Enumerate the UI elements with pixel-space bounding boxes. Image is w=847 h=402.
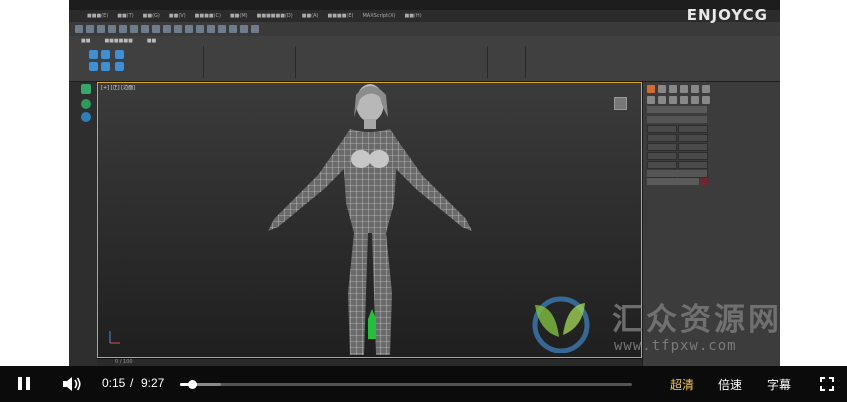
undo-icon[interactable] <box>75 25 83 33</box>
render-setup-icon[interactable] <box>240 25 248 33</box>
watermark-text: 汇众资源网 <box>612 302 782 338</box>
render-icon[interactable] <box>251 25 259 33</box>
create-tab-icon[interactable] <box>647 85 655 93</box>
unlink-icon[interactable] <box>108 25 116 33</box>
scale-icon[interactable] <box>163 25 171 33</box>
app-menu-bar: ■■■(E) ■■(T) ■■(G) ■■(V) ■■■■(C) ■■(M) ■■■■■■… <box>69 10 780 22</box>
quality-button[interactable]: 超清 <box>670 376 694 393</box>
duration: 9:27 <box>141 376 165 390</box>
subtitle-button[interactable]: 字幕 <box>767 376 791 393</box>
ribbon-group-edit <box>205 46 296 78</box>
ribbon-group-geometry <box>297 46 488 78</box>
ribbon: ■■ ■■■■■■ ■■ <box>69 36 780 82</box>
object-button[interactable] <box>647 161 677 169</box>
watermark-url: www.tfpxw.com <box>614 338 737 354</box>
spacewarps-icon[interactable] <box>702 96 710 104</box>
select-icon[interactable] <box>119 25 127 33</box>
align-icon[interactable] <box>207 25 215 33</box>
watermark-leaf-icon <box>532 296 590 353</box>
cameras-icon[interactable] <box>680 96 688 104</box>
rollout-name-color[interactable] <box>647 170 707 177</box>
select-region-icon[interactable] <box>130 25 138 33</box>
main-toolbar <box>69 22 780 37</box>
viewport-layout-icon[interactable] <box>81 84 91 94</box>
progress-knob[interactable] <box>187 380 197 389</box>
angle-snap-icon[interactable] <box>185 25 193 33</box>
link-icon[interactable] <box>97 25 105 33</box>
lights-icon[interactable] <box>669 96 677 104</box>
modify-tab-icon[interactable] <box>658 85 666 93</box>
ribbon-group-modeling <box>75 46 204 78</box>
shapes-icon[interactable] <box>658 96 666 104</box>
progress-bar[interactable] <box>180 380 632 389</box>
hierarchy-tab-icon[interactable] <box>669 85 677 93</box>
fullscreen-icon[interactable] <box>820 377 834 391</box>
left-strip <box>69 82 97 366</box>
mirror-icon[interactable] <box>196 25 204 33</box>
object-button[interactable] <box>647 143 677 151</box>
volume-icon[interactable] <box>62 376 82 392</box>
object-button[interactable] <box>678 125 708 133</box>
speed-button[interactable]: 倍速 <box>718 376 742 393</box>
check-icon[interactable] <box>81 99 91 109</box>
object-button[interactable] <box>678 134 708 142</box>
rollout-object-type[interactable] <box>647 116 707 123</box>
object-type-dropdown[interactable] <box>647 106 707 113</box>
redo-icon[interactable] <box>86 25 94 33</box>
snap-icon[interactable] <box>174 25 182 33</box>
geometry-icon[interactable] <box>647 96 655 104</box>
ribbon-group-extra <box>489 46 526 78</box>
time-separator: / <box>130 376 134 390</box>
object-button[interactable] <box>678 152 708 160</box>
color-swatch[interactable] <box>701 178 707 185</box>
axis-gizmo-icon <box>109 331 120 344</box>
motion-tab-icon[interactable] <box>680 85 688 93</box>
current-time: 0:15 <box>102 376 126 390</box>
shield-icon[interactable] <box>81 112 91 122</box>
material-editor-icon[interactable] <box>229 25 237 33</box>
utilities-tab-icon[interactable] <box>702 85 710 93</box>
object-button[interactable] <box>678 161 708 169</box>
brand-logo: ENJOYCG <box>686 6 768 24</box>
name-field[interactable] <box>647 178 699 185</box>
object-button[interactable] <box>647 152 677 160</box>
move-icon[interactable] <box>141 25 149 33</box>
layer-icon[interactable] <box>218 25 226 33</box>
timeline[interactable]: 0 / 100 <box>97 358 642 366</box>
pause-button[interactable] <box>18 377 30 390</box>
object-button[interactable] <box>647 134 677 142</box>
rotate-icon[interactable] <box>152 25 160 33</box>
player-controls: 0:15 / 9:27 超清 倍速 字幕 <box>0 366 847 402</box>
helpers-icon[interactable] <box>691 96 699 104</box>
object-button[interactable] <box>678 143 708 151</box>
timeline-label: 0 / 100 <box>115 359 133 365</box>
object-button[interactable] <box>647 125 677 133</box>
display-tab-icon[interactable] <box>691 85 699 93</box>
